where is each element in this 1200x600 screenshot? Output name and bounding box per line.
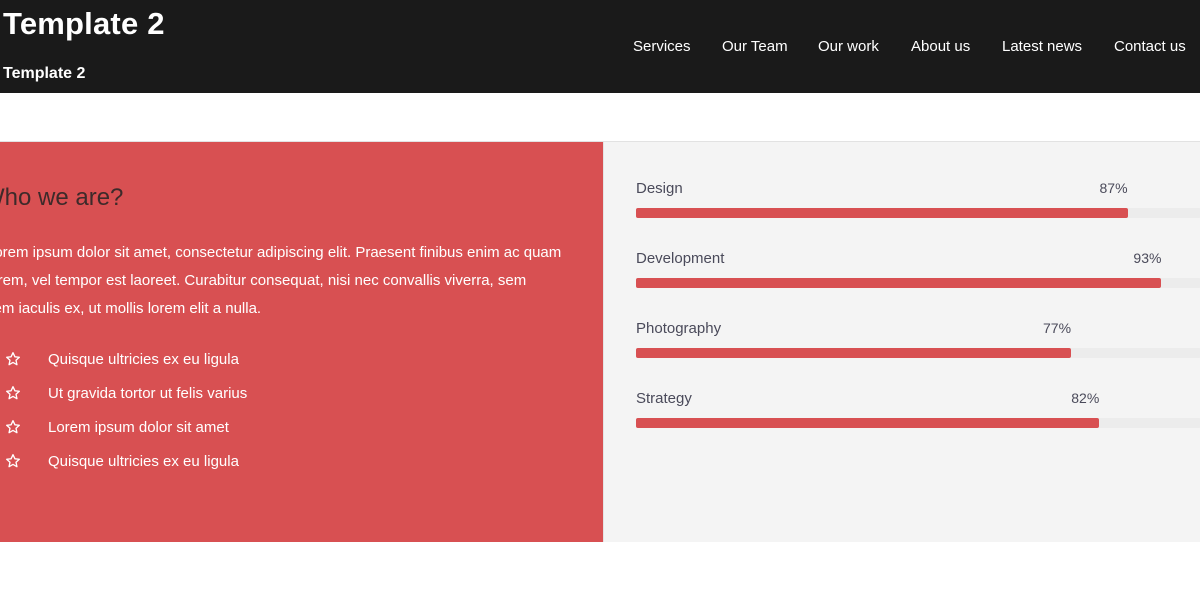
skill-progress-fill [636,208,1128,218]
skill-percent: 77% [1043,320,1072,336]
site-tagline: Template 2 [3,65,86,82]
skill-percent: 82% [1071,390,1100,406]
nav-item-our-work[interactable]: Our work [818,38,879,55]
site-header: Template 2 Template 2 Services Our Team … [0,0,1200,93]
skill-progress-fill [636,278,1162,288]
skill-progress-track [636,278,1200,288]
skills-panel: Design 87% Development 93% Photography 7… [603,142,1200,542]
nav-item-contact-us[interactable]: Contact us [1114,38,1186,55]
skill-development: Development 93% [636,250,1200,300]
skill-photography: Photography 77% [636,320,1200,370]
feature-label: Ut gravida tortor ut felis varius [48,385,248,402]
about-title: Who we are? [0,184,124,211]
star-outline-icon [5,420,20,434]
skill-percent: 87% [1099,180,1128,196]
nav-item-latest-news[interactable]: Latest news [1002,38,1082,55]
star-outline-icon [5,454,20,468]
skill-percent: 93% [1133,250,1162,266]
main-nav: Services Our Team Our work About us Late… [0,38,1200,58]
about-panel: Who we are? Lorem ipsum dolor sit amet, … [0,142,603,542]
skill-design: Design 87% [636,180,1200,230]
star-outline-icon [5,352,20,366]
site-title[interactable]: Template 2 [3,6,165,42]
skill-progress-track [636,418,1200,428]
nav-item-services[interactable]: Services [633,38,691,55]
skill-name: Design [636,180,683,197]
skill-progress-fill [636,348,1072,358]
about-paragraph-line: sem iaculis ex, ut mollis lorem elit a n… [0,300,262,317]
nav-item-our-team[interactable]: Our Team [722,38,788,55]
skill-name: Strategy [636,390,692,407]
skill-progress-fill [636,418,1100,428]
feature-label: Quisque ultricies ex eu ligula [48,351,239,368]
skill-progress-track [636,348,1200,358]
skill-name: Development [636,250,725,267]
skill-progress-track [636,208,1200,218]
about-paragraph: Lorem ipsum dolor sit amet, consectetur … [0,239,576,323]
star-outline-icon [5,386,20,400]
skill-strategy: Strategy 82% [636,390,1200,440]
skill-name: Photography [636,320,722,337]
feature-label: Lorem ipsum dolor sit amet [48,419,229,436]
about-paragraph-line: Lorem ipsum dolor sit amet, consectetur … [0,244,562,261]
feature-label: Quisque ultricies ex eu ligula [48,453,239,470]
about-paragraph-line: lorem, vel tempor est laoreet. Curabitur… [0,272,527,289]
nav-item-about-us[interactable]: About us [911,38,970,55]
